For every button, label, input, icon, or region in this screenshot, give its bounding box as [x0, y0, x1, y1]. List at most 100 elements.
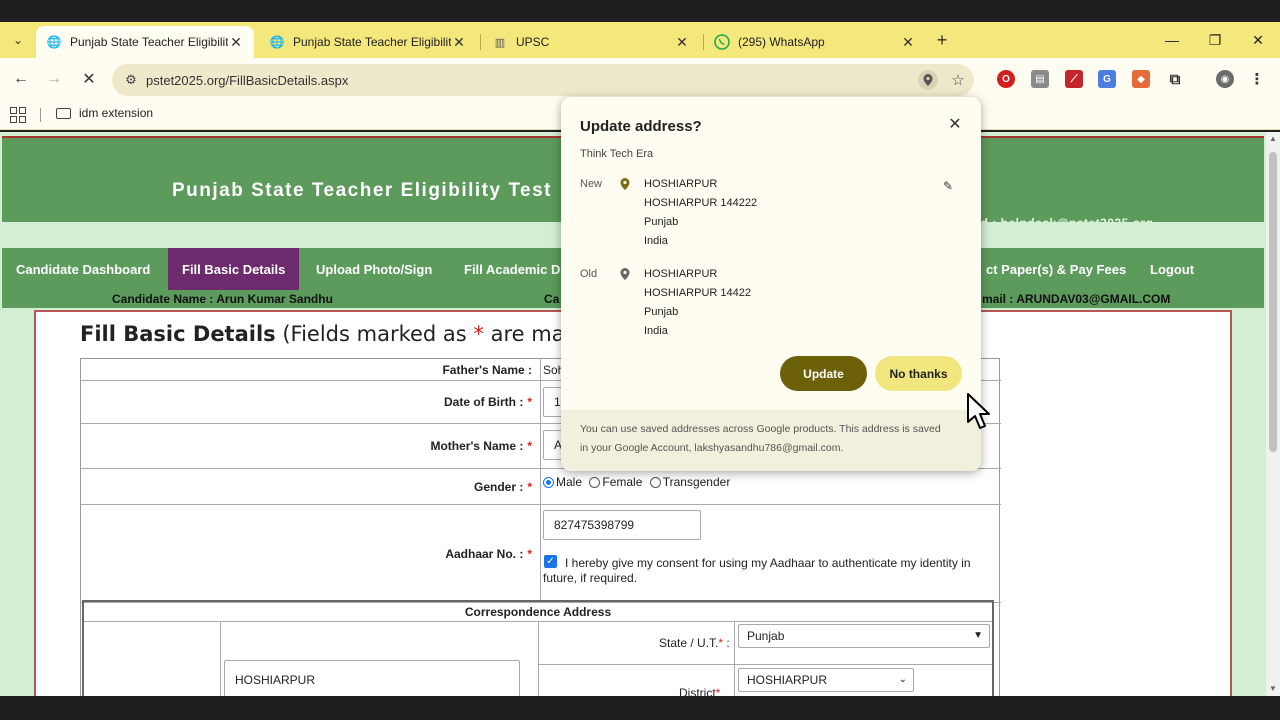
chart-extension-icon[interactable]: ⟋	[1065, 70, 1083, 88]
page-scrollbar[interactable]: ▲ ▼	[1266, 132, 1280, 696]
tab-2-title: Punjab State Teacher Eligibility	[293, 35, 451, 49]
address-line-input[interactable]	[224, 660, 520, 696]
tab-2[interactable]: 🌐 Punjab State Teacher Eligibility ✕	[259, 26, 477, 58]
whatsapp-icon	[714, 34, 730, 50]
back-arrow-icon[interactable]: ←	[8, 66, 34, 92]
old-address-label: Old	[580, 268, 598, 280]
scroll-down-icon[interactable]: ▼	[1269, 684, 1277, 693]
bookmark-folder-label: idm extension	[79, 106, 154, 120]
globe-icon: 🌐	[46, 35, 62, 49]
tab-search-chevron-icon[interactable]: ⌄	[6, 28, 30, 52]
tab-separator	[480, 34, 481, 50]
close-icon[interactable]: ✕	[945, 115, 965, 135]
gender-transgender-radio[interactable]: Transgender	[649, 475, 730, 489]
dialog-title: Update address?	[580, 118, 702, 135]
profile-avatar[interactable]: ◉	[1216, 70, 1234, 88]
chevron-down-icon: ▼	[973, 630, 983, 641]
fathers-name-label: Father's Name :	[81, 359, 541, 380]
footer-text-1: You can use saved addresses across Googl…	[580, 423, 941, 435]
scroll-up-icon[interactable]: ▲	[1269, 134, 1277, 143]
no-thanks-button[interactable]: No thanks	[875, 356, 962, 391]
district-select[interactable]: HOSHIARPUR ⌄	[738, 668, 914, 692]
gender-options: Male Female Transgender	[543, 475, 734, 491]
row-gender: Gender : * Male Female Transgender	[81, 469, 1001, 505]
close-icon[interactable]: ✕	[900, 34, 916, 51]
dialog-subtitle: Think Tech Era	[580, 148, 654, 160]
menu-logout[interactable]: Logout	[1136, 248, 1208, 290]
update-address-dialog: Update address? ✕ Think Tech Era New HOS…	[561, 97, 981, 471]
old-address-line: HOSHIARPUR 14422	[644, 287, 751, 299]
page-title: Fill Basic Details (Fields marked as * a…	[80, 322, 612, 346]
close-icon[interactable]: ✕	[228, 34, 244, 51]
close-icon[interactable]: ✕	[674, 34, 690, 51]
menu-candidate-dashboard[interactable]: Candidate Dashboard	[2, 248, 164, 290]
aadhaar-consent-checkbox[interactable]: ✓	[544, 555, 557, 568]
new-address-line: HOSHIARPUR 144222	[644, 197, 758, 209]
correspondence-address-section: Correspondence Address State / U.T.* : P…	[82, 600, 994, 696]
location-pin-icon[interactable]	[918, 70, 938, 90]
site-title: Punjab State Teacher Eligibility Test	[172, 180, 552, 201]
district-label: District*	[679, 686, 721, 696]
scrollbar-thumb[interactable]	[1269, 152, 1277, 452]
old-address-lines: HOSHIARPUR HOSHIARPUR 14422 Punjab India	[644, 265, 751, 341]
close-icon[interactable]: ✕	[451, 34, 467, 51]
old-address-line: HOSHIARPUR	[644, 268, 718, 280]
candidate-info-partial: Ca	[544, 292, 560, 306]
menu-select-papers-pay-fees[interactable]: ct Paper(s) & Pay Fees	[972, 248, 1140, 290]
bookmark-folder-idm[interactable]: idm extension	[56, 106, 153, 120]
site-settings-icon[interactable]: ⚙	[116, 72, 146, 88]
translate-extension-icon[interactable]: G	[1098, 70, 1116, 88]
kebab-menu-icon[interactable]: ⋮	[1248, 70, 1266, 88]
correspondence-address-heading: Correspondence Address	[84, 602, 992, 622]
new-tab-plus-icon[interactable]: +	[932, 30, 952, 50]
state-select[interactable]: Punjab ▼	[738, 624, 990, 648]
gender-male-radio[interactable]: Male	[543, 475, 582, 489]
tab-1-title: Punjab State Teacher Eligibility	[70, 35, 228, 49]
location-pin-outline-icon	[620, 268, 630, 280]
menu-upload-photo-sign[interactable]: Upload Photo/Sign	[302, 248, 446, 290]
apps-grid-icon[interactable]	[10, 107, 26, 123]
menu-fill-academic-details[interactable]: Fill Academic D	[450, 248, 574, 290]
window-close-icon[interactable]: ✕	[1238, 26, 1278, 54]
divider	[539, 664, 992, 665]
divider	[734, 622, 735, 696]
menu-fill-basic-details[interactable]: Fill Basic Details	[168, 248, 300, 290]
row-aadhaar: Aadhaar No. :* ✓ I hereby give my consen…	[81, 505, 1001, 603]
page-title-text: (Fields marked as	[275, 322, 474, 346]
location-pin-icon	[620, 178, 630, 190]
bookmark-star-icon[interactable]: ☆	[948, 70, 968, 90]
extension-grey-icon[interactable]: ▤	[1031, 70, 1049, 88]
stop-loading-icon[interactable]: ✕	[76, 66, 102, 92]
tab-1[interactable]: 🌐 Punjab State Teacher Eligibility ✕	[36, 26, 254, 58]
tab-3[interactable]: ▥ UPSC ✕	[482, 26, 700, 58]
candidate-email: mail : ARUNDAV03@GMAIL.COM	[982, 292, 1171, 306]
bookmark-separator	[40, 108, 41, 122]
minimize-icon[interactable]: —	[1152, 26, 1192, 54]
chevron-down-icon: ⌄	[898, 674, 907, 685]
aadhaar-input[interactable]	[543, 510, 701, 540]
gender-female-radio[interactable]: Female	[589, 475, 642, 489]
tab-4[interactable]: (295) WhatsApp ✕	[704, 26, 926, 58]
old-address-line: India	[644, 325, 668, 337]
consent-text-2: future, if required.	[543, 571, 638, 585]
address-bar[interactable]: ⚙ ☆	[112, 64, 974, 96]
old-address-line: Punjab	[644, 306, 679, 318]
update-button[interactable]: Update	[780, 356, 867, 391]
url-input[interactable]	[146, 72, 886, 88]
forward-arrow-icon[interactable]: →	[41, 66, 67, 92]
extensions-puzzle-icon[interactable]: ⧉	[1166, 70, 1184, 88]
aadhaar-label: Aadhaar No. : *	[81, 505, 541, 602]
dob-label: Date of Birth : *	[81, 381, 541, 423]
opera-extension-icon[interactable]: O	[997, 70, 1015, 88]
globe-icon: 🌐	[269, 35, 285, 49]
orange-extension-icon[interactable]: ◆	[1132, 70, 1150, 88]
consent-text-1: I hereby give my consent for using my Aa…	[565, 556, 971, 570]
mouse-cursor-icon	[967, 393, 990, 429]
candidate-name: Candidate Name : Arun Kumar Sandhu	[112, 292, 333, 306]
restore-icon[interactable]: ❐	[1195, 26, 1235, 54]
tab-4-title: (295) WhatsApp	[738, 35, 825, 49]
edit-pencil-icon[interactable]: ✎	[943, 179, 959, 195]
dialog-footer: You can use saved addresses across Googl…	[561, 410, 981, 471]
new-address-lines: HOSHIARPUR HOSHIARPUR 144222 Punjab Indi…	[644, 175, 757, 251]
toolbar: ← → ✕ ⚙ ☆ O ▤ ⟋ G ◆ ⧉ ◉ ⋮	[0, 58, 1280, 100]
